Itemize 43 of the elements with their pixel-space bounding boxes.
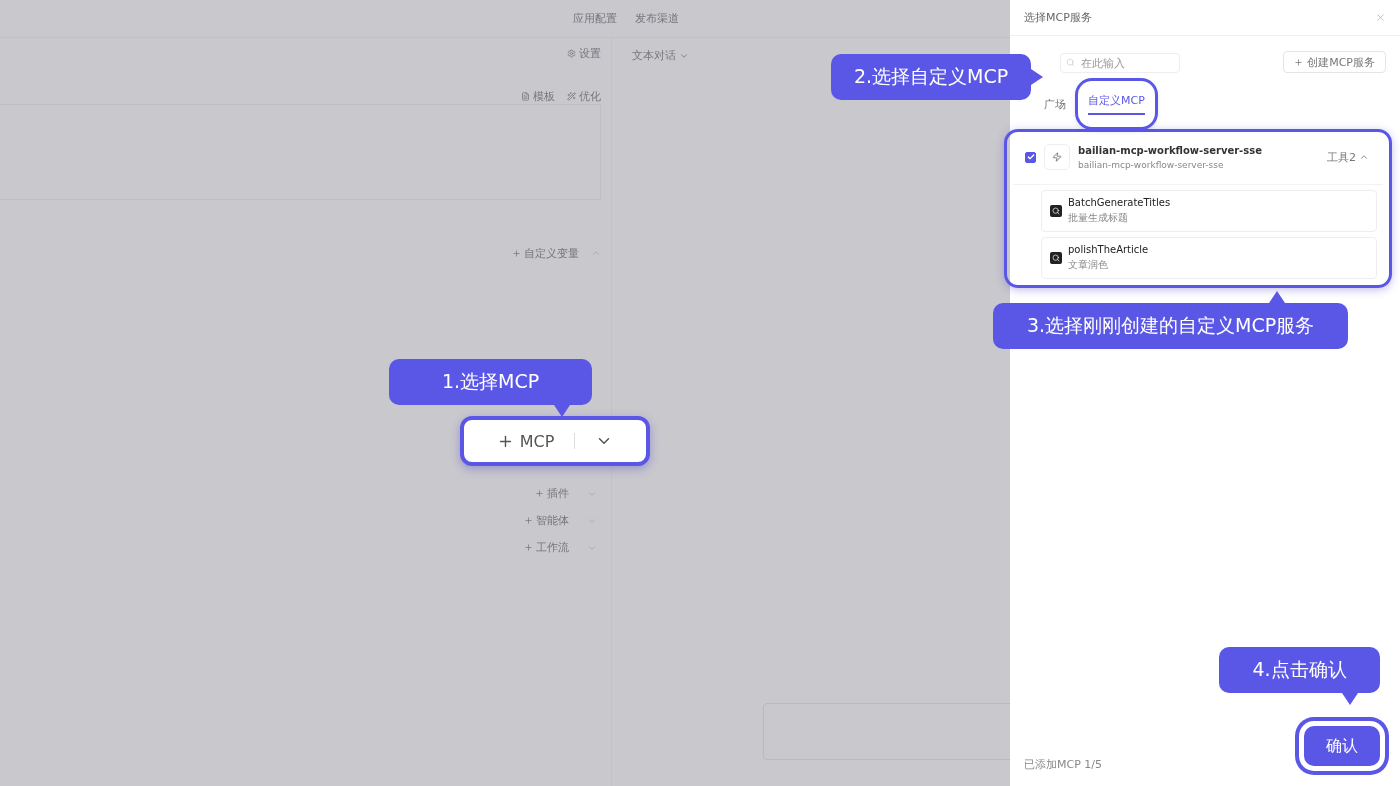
mode-select[interactable]: 文本对话: [632, 48, 689, 63]
checkbox[interactable]: [1025, 151, 1036, 163]
add-item-button[interactable]: 智能体: [524, 513, 569, 528]
settings-link[interactable]: 设置: [567, 45, 601, 61]
prompt-tool-link[interactable]: 模板: [521, 89, 555, 104]
add-mcp-button[interactable]: MCP: [460, 416, 650, 466]
tool-description: 批量生成标题: [1068, 211, 1129, 225]
callout-tail: [1269, 291, 1285, 303]
add-variable-button[interactable]: 自定义变量: [512, 245, 579, 261]
chevron-up-icon: [1359, 152, 1369, 162]
plus-icon: [524, 543, 533, 552]
search-field[interactable]: 在此输入: [1060, 52, 1180, 73]
settings-icon: [567, 48, 576, 58]
callout: 1.选择MCP: [389, 359, 592, 405]
close-icon[interactable]: [1375, 12, 1386, 23]
add-item-button[interactable]: 工作流: [524, 540, 569, 555]
callout-tail: [1031, 69, 1043, 85]
drawer-title: 选择MCP服务: [1024, 10, 1092, 25]
add-item-button[interactable]: 插件: [535, 486, 569, 501]
callout-tail: [554, 405, 570, 417]
callout: 3.选择刚刚创建的自定义MCP服务: [993, 303, 1348, 349]
top-link[interactable]: 发布渠道: [635, 11, 679, 26]
plus-icon: [512, 248, 521, 258]
added-count: 已添加MCP 1/5: [1024, 756, 1102, 772]
wand-icon: [567, 92, 576, 101]
callout-tail: [1342, 693, 1358, 705]
tab[interactable]: 自定义MCP: [1078, 81, 1155, 127]
top-link[interactable]: 应用配置: [573, 11, 617, 26]
plus-icon: [524, 516, 533, 525]
tool-name: polishTheArticle: [1068, 244, 1149, 255]
tool-count-toggle[interactable]: 工具2: [1321, 148, 1375, 166]
plus-icon: [535, 489, 544, 498]
server-name: bailian-mcp-workflow-server-sse: [1078, 144, 1262, 156]
document-icon: [521, 92, 530, 101]
plus-icon: [1294, 57, 1304, 67]
callout: 2.选择自定义MCP: [831, 54, 1031, 100]
server-subtitle: bailian-mcp-workflow-server-sse: [1078, 159, 1225, 170]
lightning-icon: [1044, 144, 1070, 170]
callout: 4.点击确认: [1219, 647, 1380, 693]
tool-description: 文章润色: [1068, 258, 1109, 272]
prompt-tool-link[interactable]: 优化: [567, 89, 601, 104]
create-mcp-button[interactable]: 创建MCP服务: [1283, 51, 1386, 73]
tool-name: BatchGenerateTitles: [1068, 197, 1171, 208]
